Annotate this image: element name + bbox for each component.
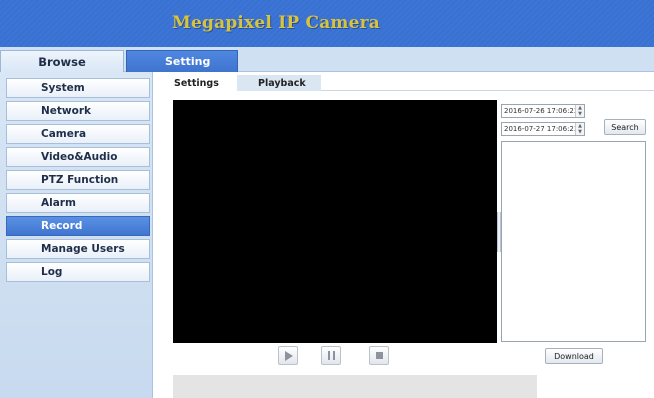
spin-down-icon: ▼ — [578, 129, 582, 135]
search-button[interactable]: Search — [604, 119, 646, 135]
play-button[interactable] — [278, 346, 298, 365]
start-time-value: 2016-07-26 17:06:23 — [504, 107, 579, 115]
stop-button[interactable] — [369, 346, 389, 365]
start-time-spinner[interactable]: ▲ ▼ — [575, 105, 584, 117]
search-results-list[interactable] — [501, 141, 646, 342]
end-time-spinner[interactable]: ▲ ▼ — [575, 123, 584, 135]
sidebar-item-alarm[interactable]: Alarm — [6, 193, 150, 213]
stop-icon — [375, 352, 383, 359]
sidebar-item-system[interactable]: System — [6, 78, 150, 98]
download-button[interactable]: Download — [545, 348, 603, 364]
tab-playback[interactable]: Playback — [237, 75, 321, 91]
end-time-value: 2016-07-27 17:06:23 — [504, 125, 579, 133]
sidebar-item-camera[interactable]: Camera — [6, 124, 150, 144]
sidebar-item-network[interactable]: Network — [6, 101, 150, 121]
sidebar-item-video-audio[interactable]: Video&Audio — [6, 147, 150, 167]
pause-icon — [327, 351, 335, 360]
tab-setting[interactable]: Setting — [126, 50, 238, 72]
sidebar-item-log[interactable]: Log — [6, 262, 150, 282]
start-time-field[interactable]: 2016-07-26 17:06:23 ▲ ▼ — [501, 104, 585, 118]
top-tab-bar: Browse Setting — [0, 47, 654, 72]
play-icon — [285, 350, 293, 361]
sidebar-item-ptz-function[interactable]: PTZ Function — [6, 170, 150, 190]
status-strip — [173, 375, 537, 398]
record-sub-tabs: Settings Playback — [153, 75, 654, 91]
app-title: Megapixel IP Camera — [172, 13, 380, 33]
sidebar-item-record[interactable]: Record — [6, 216, 150, 236]
sidebar: System Network Camera Video&Audio PTZ Fu… — [0, 72, 153, 398]
header-bar: Megapixel IP Camera — [0, 0, 654, 47]
end-time-field[interactable]: 2016-07-27 17:06:23 ▲ ▼ — [501, 122, 585, 136]
tab-browse[interactable]: Browse — [0, 50, 124, 72]
spin-down-icon: ▼ — [578, 111, 582, 117]
video-player[interactable] — [173, 100, 497, 343]
pause-button[interactable] — [321, 346, 341, 365]
tab-settings[interactable]: Settings — [153, 75, 237, 91]
sidebar-item-manage-users[interactable]: Manage Users — [6, 239, 150, 259]
